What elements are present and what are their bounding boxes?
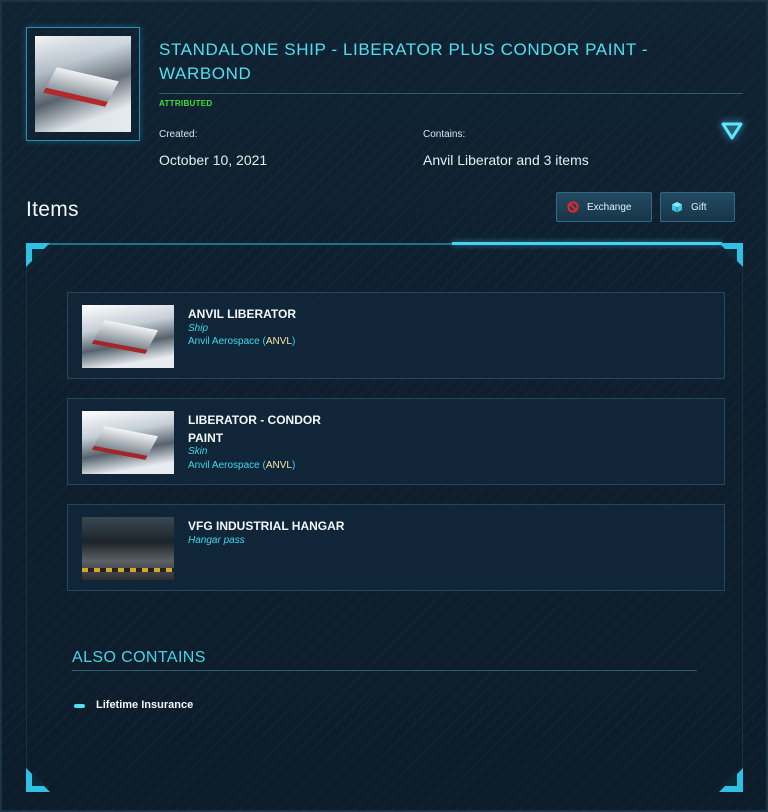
- created-value: October 10, 2021: [159, 152, 268, 168]
- status-badge: ATTRIBUTED: [159, 99, 213, 108]
- item-type: Ship: [188, 323, 209, 334]
- corner-top-right-icon: [719, 243, 743, 267]
- item-thumbnail: [82, 305, 174, 368]
- bullet-icon: [74, 704, 85, 708]
- pledge-thumbnail: [26, 27, 140, 141]
- item-card[interactable]: ANVIL LIBERATOR Ship Anvil Aerospace (AN…: [67, 292, 725, 379]
- chevron-down-icon: [721, 122, 743, 140]
- item-card[interactable]: LIBERATOR - CONDOR PAINT Skin Anvil Aero…: [67, 398, 725, 485]
- item-card[interactable]: VFG INDUSTRIAL HANGAR Hangar pass: [67, 504, 725, 591]
- also-contains-divider: [72, 670, 697, 671]
- item-thumbnail: [82, 517, 174, 580]
- corner-bottom-right-icon: [719, 768, 743, 792]
- also-contains-heading: ALSO CONTAINS: [72, 649, 206, 666]
- ship-image: [35, 36, 131, 132]
- prohibited-icon: [567, 201, 579, 213]
- corner-top-left-icon: [26, 243, 50, 267]
- exchange-button[interactable]: Exchange: [556, 192, 652, 222]
- title-divider: [159, 93, 743, 94]
- pledge-detail-page: STANDALONE SHIP - LIBERATOR PLUS CONDOR …: [0, 0, 768, 812]
- contains-label: Contains:: [423, 129, 466, 140]
- item-manufacturer: Anvil Aerospace (ANVL): [188, 336, 296, 347]
- gift-label: Gift: [691, 201, 707, 213]
- also-contains-item: Lifetime Insurance: [96, 699, 194, 711]
- item-name: ANVIL LIBERATOR: [188, 307, 297, 321]
- exchange-label: Exchange: [587, 201, 632, 213]
- cube-icon: [671, 201, 683, 213]
- corner-bottom-left-icon: [26, 768, 50, 792]
- item-type: Skin: [188, 446, 208, 457]
- item-manufacturer: Anvil Aerospace (ANVL): [188, 460, 296, 471]
- item-thumbnail: [82, 411, 174, 474]
- pledge-title: STANDALONE SHIP - LIBERATOR PLUS CONDOR …: [159, 40, 649, 83]
- created-label: Created:: [159, 129, 198, 140]
- item-name: LIBERATOR - CONDOR PAINT: [188, 413, 321, 445]
- expand-toggle-button[interactable]: [721, 121, 743, 141]
- item-name: VFG INDUSTRIAL HANGAR: [188, 519, 345, 533]
- contains-value: Anvil Liberator and 3 items: [423, 152, 589, 168]
- items-heading: Items: [26, 198, 79, 221]
- panel-top-accent: [452, 242, 722, 245]
- gift-button[interactable]: Gift: [660, 192, 735, 222]
- item-type: Hangar pass: [188, 535, 245, 546]
